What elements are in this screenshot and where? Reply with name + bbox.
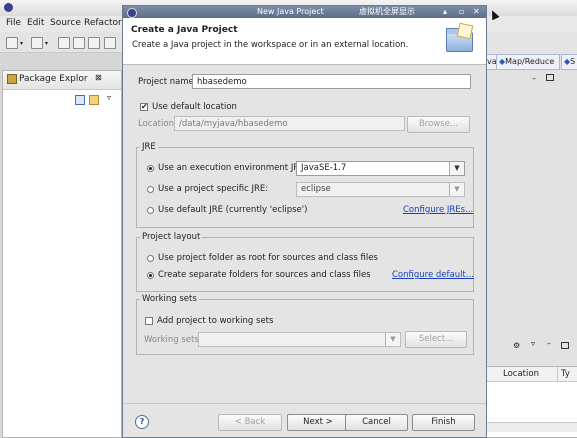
- add-working-sets-checkbox[interactable]: [145, 317, 153, 325]
- jre-default-label[interactable]: Use default JRE (currently 'eclipse'): [158, 205, 307, 215]
- layout-root-radio[interactable]: [147, 255, 154, 262]
- jre-env-value: JavaSE-1.7: [301, 163, 347, 173]
- configure-jres-link[interactable]: Configure JREs...: [403, 205, 473, 215]
- use-default-location-label[interactable]: Use default location: [152, 102, 237, 112]
- finish-button[interactable]: Finish: [412, 414, 475, 431]
- dialog-title: New Java Project: [257, 7, 324, 16]
- add-working-sets-label[interactable]: Add project to working sets: [157, 316, 273, 326]
- next-button[interactable]: Next >: [287, 414, 349, 431]
- maximize-icon-2[interactable]: [561, 342, 569, 349]
- package-explorer-icon: [7, 74, 17, 84]
- working-sets-group-label: Working sets: [140, 294, 199, 304]
- jre-group: JRE Use an execution environment JRE: Ja…: [136, 142, 474, 228]
- dialog-logo-icon: [127, 8, 137, 18]
- button-bar-divider: [123, 403, 486, 404]
- horizontal-scrollbar[interactable]: [485, 422, 577, 432]
- working-sets-group: Working sets Add project to working sets…: [136, 294, 474, 355]
- configure-default-link[interactable]: Configure default...: [392, 270, 474, 280]
- jre-group-label: JRE: [140, 142, 158, 152]
- jre-specific-select[interactable]: eclipse ▼: [296, 182, 465, 197]
- new-dropdown-icon[interactable]: ▾: [20, 40, 23, 47]
- perspective-more[interactable]: ◆S: [561, 54, 577, 70]
- view-menu-icon[interactable]: ▿: [107, 93, 111, 102]
- project-name-field[interactable]: hbasedemo: [192, 74, 471, 89]
- close-icon[interactable]: ⊠: [95, 73, 102, 82]
- right-editor-area: va ◆Map/Reduce ◆S – ⚙ ▿ – Location Ty: [484, 52, 577, 438]
- dialog-description: Create a Java project in the workspace o…: [132, 40, 409, 50]
- dialog-banner: Create a Java Project Create a Java proj…: [123, 18, 486, 65]
- menu-edit[interactable]: Edit: [27, 18, 44, 28]
- location-label: Location:: [138, 119, 177, 129]
- chevron-down-icon[interactable]: ▼: [449, 183, 464, 196]
- title-close-icon[interactable]: ✕: [473, 6, 480, 18]
- menu-refactor[interactable]: Refactor: [84, 18, 122, 28]
- perspective-mapreduce[interactable]: ◆Map/Reduce: [496, 54, 560, 70]
- jre-env-label[interactable]: Use an execution environment JRE:: [158, 163, 308, 173]
- project-layout-group-label: Project layout: [140, 232, 203, 242]
- toolbar-more-icon[interactable]: [104, 37, 116, 49]
- bottom-right-view: ⚙ ▿ – Location Ty: [484, 339, 577, 438]
- menu-file[interactable]: File: [6, 18, 21, 28]
- layout-root-label[interactable]: Use project folder as root for sources a…: [158, 253, 378, 263]
- column-divider: [557, 367, 558, 381]
- jre-specific-label[interactable]: Use a project specific JRE:: [158, 184, 268, 194]
- table-header: Location Ty: [485, 367, 577, 382]
- new-icon[interactable]: [6, 37, 18, 49]
- title-maximize-icon[interactable]: ▫: [459, 6, 464, 18]
- partial-column-header[interactable]: Ty: [561, 369, 570, 379]
- layout-separate-label[interactable]: Create separate folders for sources and …: [158, 270, 371, 280]
- project-layout-group: Project layout Use project folder as roo…: [136, 232, 474, 292]
- dialog-title-bar: New Java Project 虚拟机全屏显示 ▴ ▫ ✕: [123, 6, 486, 18]
- minimize-icon[interactable]: –: [532, 74, 536, 83]
- package-explorer-tab[interactable]: Package Explor ⊠: [3, 71, 121, 90]
- jre-specific-value: eclipse: [301, 184, 331, 194]
- location-field[interactable]: /data/myjava/hbasedemo: [174, 116, 405, 131]
- new-project-icon[interactable]: [31, 37, 43, 49]
- help-icon[interactable]: ?: [135, 415, 149, 429]
- collapse-all-icon[interactable]: [75, 95, 85, 105]
- chevron-down-icon[interactable]: ▼: [449, 162, 464, 175]
- project-name-label: Project name:: [138, 77, 197, 87]
- view-toolbar-icon[interactable]: ⚙: [513, 341, 520, 350]
- new-java-project-dialog: New Java Project 虚拟机全屏显示 ▴ ▫ ✕ Create a …: [122, 5, 487, 438]
- vm-fullscreen-overlay: 虚拟机全屏显示: [359, 7, 415, 16]
- new-project-dropdown-icon[interactable]: ▾: [45, 40, 48, 47]
- java-project-folder-icon: [444, 22, 474, 54]
- chevron-down-icon[interactable]: ▼: [385, 333, 400, 346]
- jre-specific-radio[interactable]: [147, 186, 154, 193]
- jre-env-radio[interactable]: [147, 165, 154, 172]
- location-column-header[interactable]: Location: [503, 369, 539, 379]
- working-sets-select[interactable]: ▼: [198, 332, 401, 347]
- package-explorer-title: Package Explor: [19, 74, 88, 84]
- select-working-sets-button[interactable]: Select...: [405, 331, 467, 348]
- cancel-button[interactable]: Cancel: [345, 414, 408, 431]
- maximize-icon[interactable]: [546, 74, 554, 81]
- package-explorer-panel: Package Explor ⊠ ▿: [2, 70, 122, 438]
- use-default-location-checkbox[interactable]: ✔: [140, 103, 148, 111]
- eclipse-logo-icon: [4, 3, 13, 12]
- jre-env-select[interactable]: JavaSE-1.7 ▼: [296, 161, 465, 176]
- browse-button[interactable]: Browse...: [407, 116, 470, 133]
- dialog-heading: Create a Java Project: [131, 25, 238, 35]
- back-button[interactable]: < Back: [218, 414, 282, 431]
- print-icon[interactable]: [88, 37, 100, 49]
- jre-default-radio[interactable]: [147, 207, 154, 214]
- view-menu-icon-2[interactable]: ▿: [531, 339, 535, 348]
- link-with-editor-icon[interactable]: [89, 95, 99, 105]
- save-all-icon[interactable]: [73, 37, 85, 49]
- layout-separate-radio[interactable]: [147, 272, 154, 279]
- title-minimize-icon[interactable]: ▴: [443, 6, 447, 18]
- minimize-icon-2[interactable]: –: [547, 339, 551, 348]
- working-sets-label: Working sets:: [144, 335, 202, 345]
- save-icon[interactable]: [58, 37, 70, 49]
- menu-source[interactable]: Source: [50, 18, 81, 28]
